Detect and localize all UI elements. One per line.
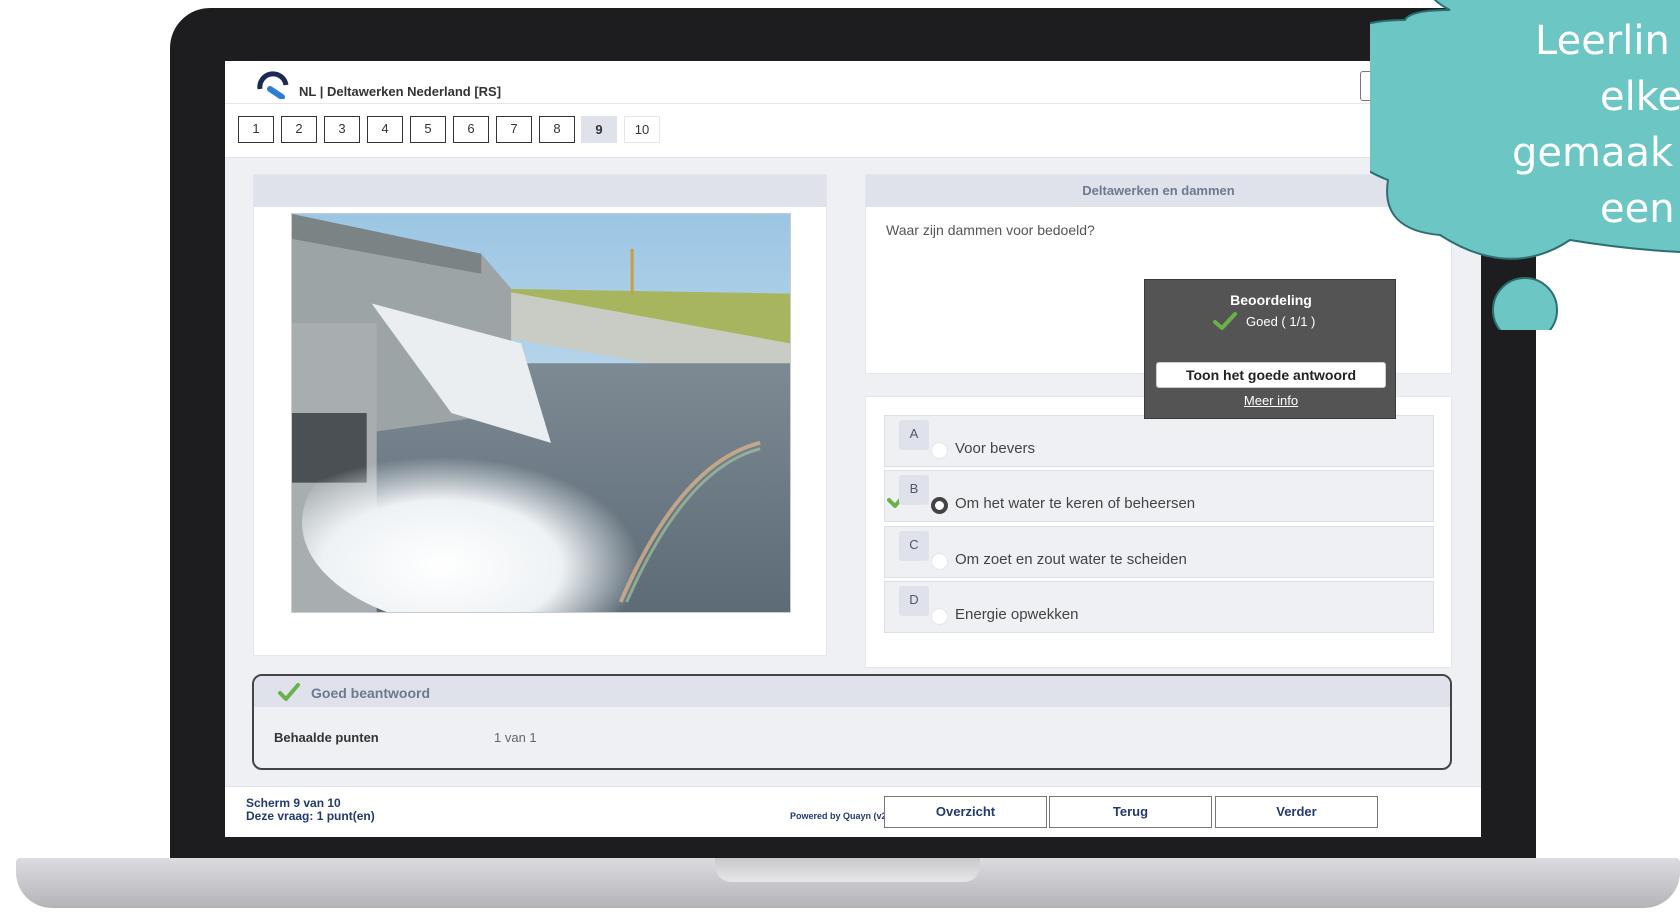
answer-option-d[interactable]: D Energie opwekken (884, 581, 1434, 633)
image-panel (253, 174, 827, 656)
option-radio-selected[interactable] (931, 497, 948, 514)
stage: NL | Deltawerken Nederland [RS] He 1 2 3… (0, 0, 1680, 917)
option-letter: C (899, 531, 929, 561)
option-radio[interactable] (931, 442, 948, 459)
nav-screen-10[interactable]: 10 (624, 116, 660, 143)
question-points: Deze vraag: 1 punt(en) (246, 809, 375, 823)
result-header: Goed beantwoord (254, 676, 1450, 707)
next-button[interactable]: Verder (1215, 796, 1378, 828)
option-radio[interactable] (931, 553, 948, 570)
checkmark-icon (1213, 312, 1237, 330)
app-title: NL | Deltawerken Nederland [RS] (299, 84, 502, 99)
nav-screen-8[interactable]: 8 (539, 116, 575, 143)
option-text: Om zoet en zout water te scheiden (955, 551, 1187, 568)
nav-screen-7[interactable]: 7 (496, 116, 532, 143)
app-footer: Scherm 9 van 10 Deze vraag: 1 punt(en) P… (225, 786, 1481, 837)
score-label: Behaalde punten (274, 730, 379, 745)
bubble-line-3: gemaak (1512, 130, 1674, 176)
grading-popup: Beoordeling Goed ( 1/1 ) Toon het goede … (1144, 279, 1396, 419)
grading-title: Beoordeling (1230, 292, 1312, 308)
answer-option-a[interactable]: A Voor bevers (884, 415, 1434, 467)
question-nav: 1 2 3 4 5 6 7 8 9 10 (225, 104, 1481, 158)
bubble-line-1: Leerlin (1535, 18, 1670, 64)
quayn-logo-icon (257, 71, 289, 99)
option-text: Voor bevers (955, 440, 1036, 457)
app-screen: NL | Deltawerken Nederland [RS] He 1 2 3… (225, 61, 1481, 837)
nav-screen-1[interactable]: 1 (238, 116, 274, 143)
nav-screen-3[interactable]: 3 (324, 116, 360, 143)
more-info-link[interactable]: Meer info (1145, 393, 1397, 408)
question-section-title: Deltawerken en dammen (866, 175, 1451, 207)
nav-screen-6[interactable]: 6 (453, 116, 489, 143)
bubble-line-2: elke (1600, 74, 1680, 120)
question-text: Waar zijn dammen voor bedoeld? (886, 222, 1095, 238)
result-panel: Goed beantwoord Behaalde punten 1 van 1 (252, 674, 1452, 770)
option-letter: B (899, 475, 929, 505)
option-radio[interactable] (931, 608, 948, 625)
dam-spillway-photo (291, 213, 791, 613)
answer-option-b[interactable]: B Om het water te keren of beheersen (884, 470, 1434, 522)
result-title: Goed beantwoord (311, 685, 430, 701)
app-header: NL | Deltawerken Nederland [RS] He (225, 61, 1481, 104)
nav-screen-5[interactable]: 5 (410, 116, 446, 143)
answer-option-c[interactable]: C Om zoet en zout water te scheiden (884, 526, 1434, 578)
back-button[interactable]: Terug (1049, 796, 1212, 828)
checkmark-icon (278, 683, 300, 701)
overview-button[interactable]: Overzicht (884, 796, 1047, 828)
show-answer-button[interactable]: Toon het goede antwoord (1156, 362, 1386, 388)
grading-value: Goed ( 1/1 ) (1246, 314, 1316, 329)
answer-panel: A Voor bevers B Om het water te keren of… (865, 396, 1452, 668)
image-panel-header (254, 175, 826, 207)
bubble-line-4: een (1600, 186, 1675, 232)
option-letter: D (899, 586, 929, 616)
nav-screen-9-current[interactable]: 9 (581, 116, 617, 143)
score-value: 1 van 1 (494, 730, 537, 745)
option-text: Om het water te keren of beheersen (955, 495, 1196, 512)
option-text: Energie opwekken (955, 606, 1079, 623)
nav-screen-2[interactable]: 2 (281, 116, 317, 143)
laptop-notch (715, 858, 980, 882)
option-letter: A (899, 420, 929, 450)
screen-counter: Scherm 9 van 10 (246, 796, 341, 810)
nav-screen-4[interactable]: 4 (367, 116, 403, 143)
